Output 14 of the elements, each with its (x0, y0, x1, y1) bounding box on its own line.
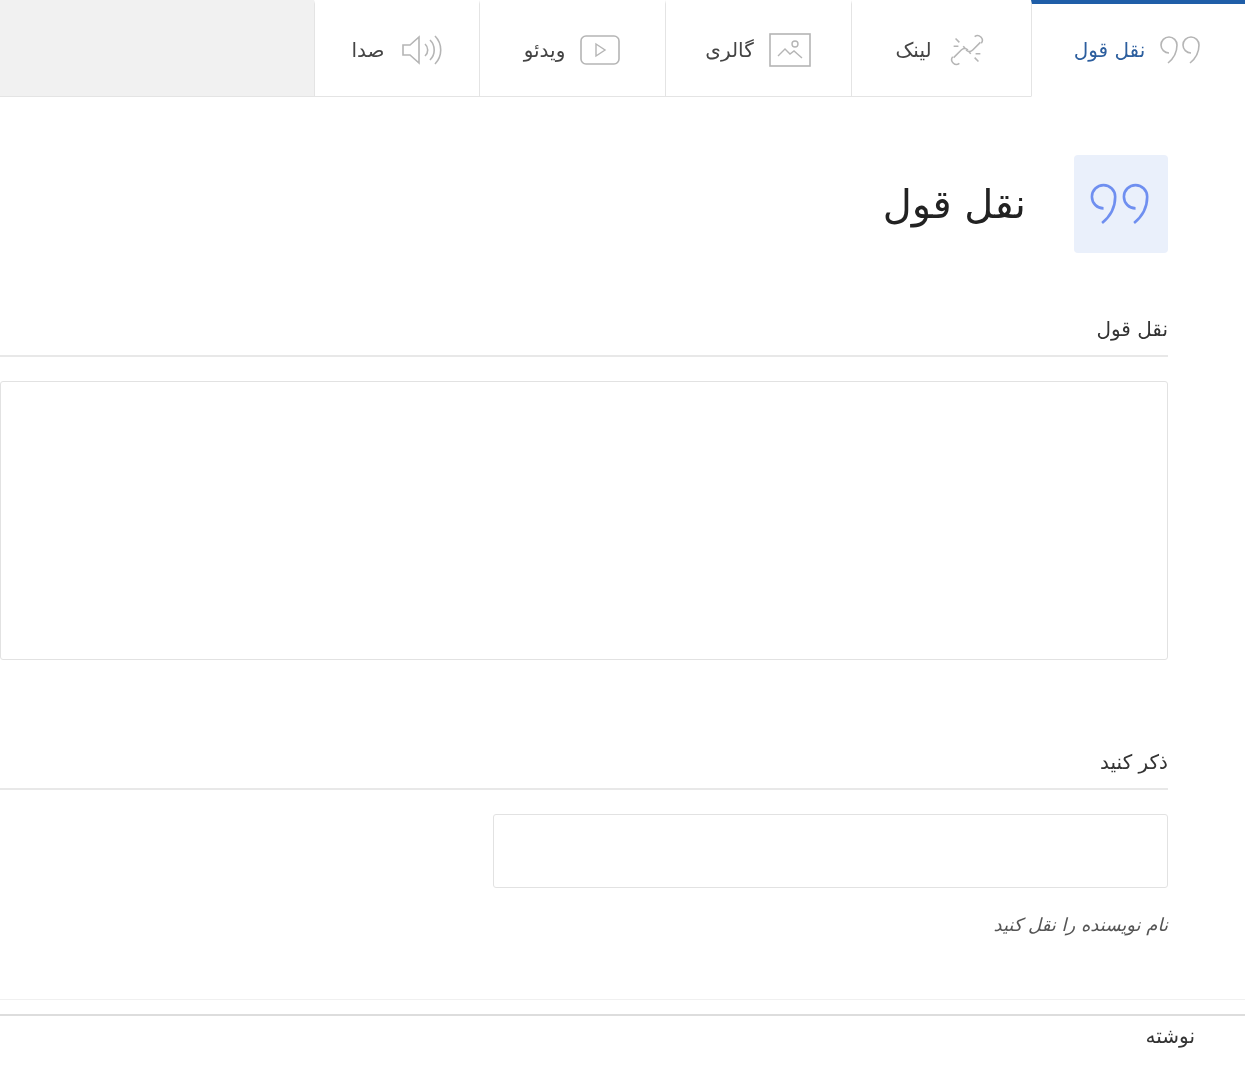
image-icon (767, 32, 812, 68)
post-format-tab[interactable]: صدا (314, 0, 479, 97)
play-icon (579, 34, 622, 66)
post-format-tab[interactable]: گالری (665, 0, 851, 97)
post-format-tab[interactable]: لینک (851, 0, 1031, 97)
post-format-tab[interactable]: ویدئو (479, 0, 665, 97)
footer-label: نوشته (1145, 1024, 1195, 1048)
post-format-tab[interactable]: نقل قول (1031, 0, 1245, 97)
page-title: نقل قول (882, 181, 1026, 227)
author-input-field[interactable] (493, 814, 1168, 888)
quote-text-area[interactable] (0, 381, 1168, 660)
field-hint: نام نویسنده را نقل کنید (992, 914, 1168, 935)
field-label: نقل قول (1095, 317, 1168, 341)
field-label: ذکر کنید (1099, 750, 1168, 774)
